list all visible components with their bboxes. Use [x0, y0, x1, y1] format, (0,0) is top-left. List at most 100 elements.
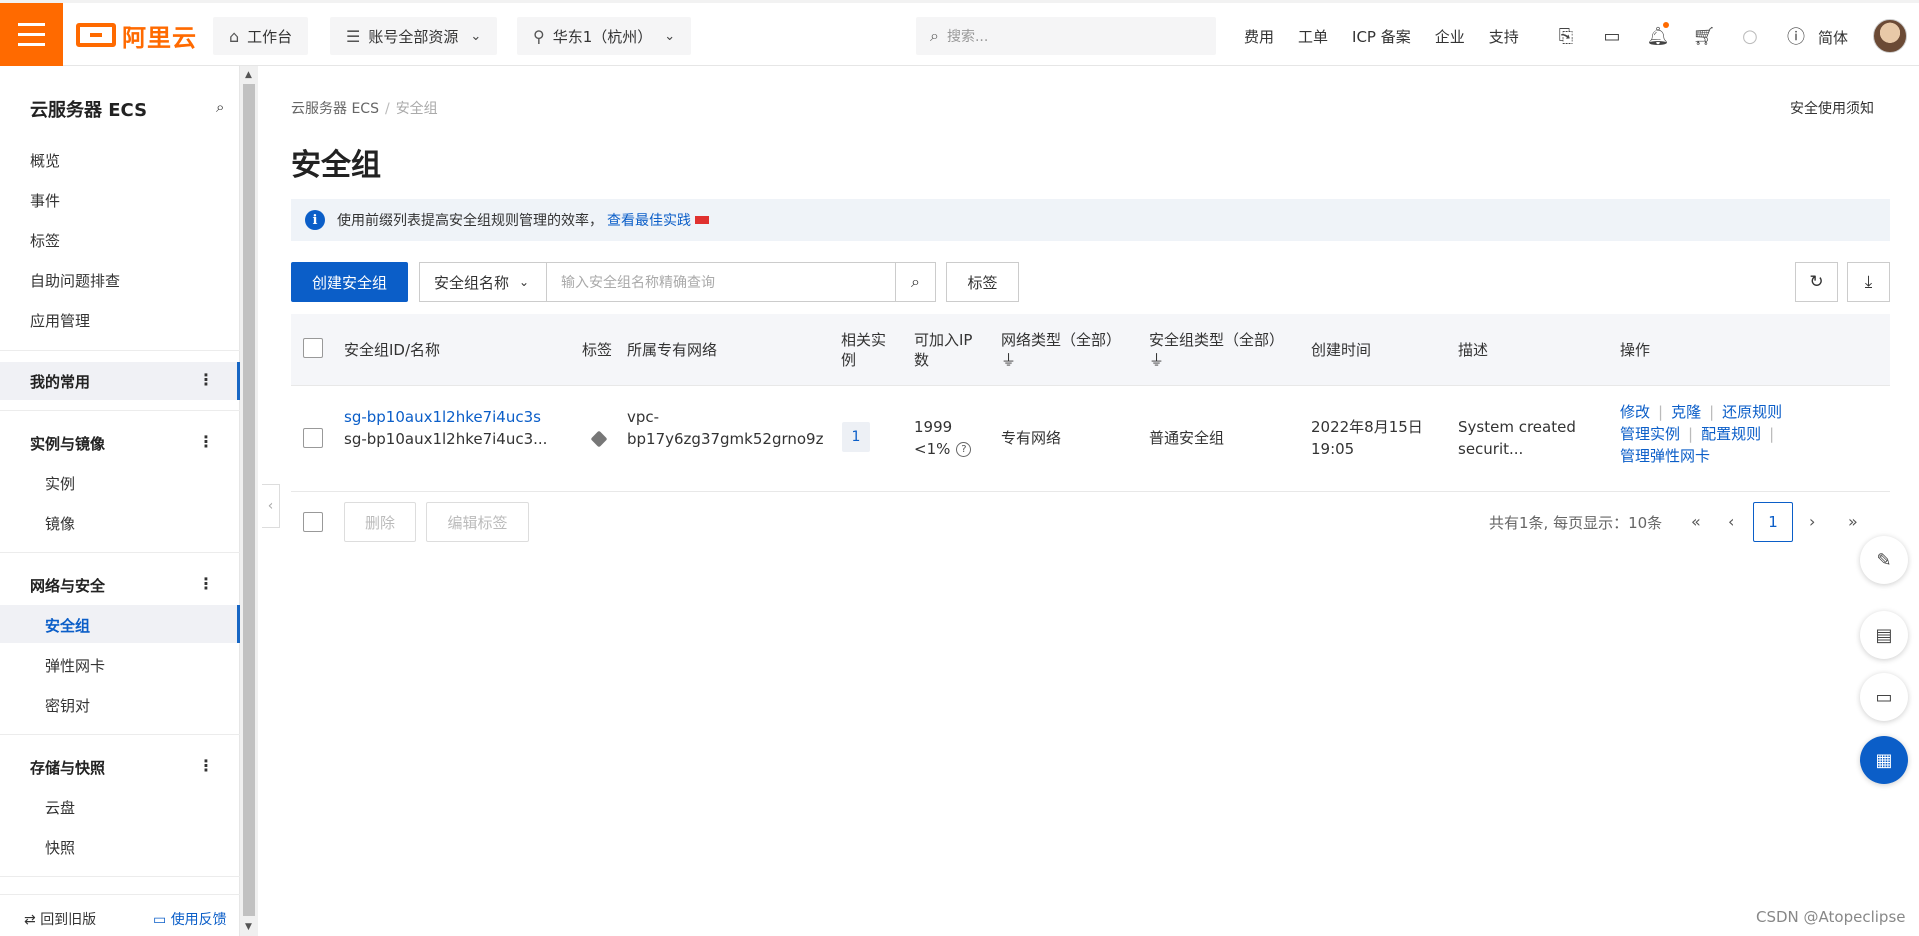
- sidebar-item-troubleshoot[interactable]: 自助问题排查: [30, 270, 120, 291]
- sidebar-item-tags[interactable]: 标签: [30, 230, 60, 251]
- next-page-icon[interactable]: ›: [1809, 512, 1815, 531]
- clone-link[interactable]: 克隆: [1671, 403, 1701, 421]
- col-network-type[interactable]: 网络类型（全部） ⏚: [1001, 330, 1121, 370]
- sidebar-item-instances[interactable]: 实例: [45, 473, 75, 494]
- logo-mark: [76, 23, 116, 47]
- sidebar-item-security-groups[interactable]: 安全组: [45, 615, 90, 636]
- bell-icon[interactable]: 🔔︎: [1635, 21, 1681, 47]
- apps-float-button[interactable]: ▦: [1860, 736, 1908, 784]
- filter-placeholder: 输入安全组名称精确查询: [561, 275, 715, 291]
- link-billing[interactable]: 费用: [1244, 26, 1274, 47]
- last-page-icon[interactable]: »: [1848, 512, 1858, 531]
- scroll-thumb[interactable]: [243, 84, 255, 916]
- divider: [0, 734, 240, 735]
- table-footer: 删除 编辑标签 共有1条, 每页显示：10条 « ‹ 1 › »: [291, 502, 1890, 542]
- config-rules-link[interactable]: 配置规则: [1701, 425, 1761, 443]
- kebab-icon[interactable]: ⋮: [198, 574, 214, 593]
- scroll-up-icon[interactable]: ▲: [245, 70, 252, 80]
- sidebar-collapse-button[interactable]: ‹: [262, 484, 280, 528]
- row-checkbox[interactable]: [303, 428, 323, 448]
- top-links: 费用 工单 ICP 备案 企业 支持: [1244, 3, 1543, 69]
- avatar[interactable]: [1873, 19, 1907, 53]
- restore-rules-link[interactable]: 还原规则: [1722, 403, 1782, 421]
- docs-float-button[interactable]: ▤: [1860, 611, 1908, 659]
- search-icon[interactable]: ⌕: [216, 98, 224, 116]
- col-ip-count: 可加入IP 数: [914, 331, 973, 369]
- workbench-button[interactable]: ⌂ 工作台: [213, 17, 309, 55]
- logo-text: 阿里云: [122, 23, 197, 52]
- modify-link[interactable]: 修改: [1620, 403, 1650, 421]
- kebab-icon[interactable]: ⋮: [198, 432, 214, 451]
- sidebar-item-keypairs[interactable]: 密钥对: [45, 695, 90, 716]
- manage-instances-link[interactable]: 管理实例: [1620, 425, 1680, 443]
- scroll-down-icon[interactable]: ▼: [245, 922, 252, 932]
- region-label: 华东1（杭州）: [552, 27, 653, 46]
- create-security-group-button[interactable]: 创建安全组: [291, 262, 408, 302]
- sidebar-group-instances[interactable]: 实例与镜像: [30, 433, 105, 454]
- page-number[interactable]: 1: [1753, 502, 1793, 542]
- security-group-name: sg-bp10aux1l2hke7i4uc3...: [344, 430, 548, 448]
- sidebar-item-disks[interactable]: 云盘: [45, 797, 75, 818]
- region-selector[interactable]: ⚲ 华东1（杭州） ⌄: [517, 17, 692, 55]
- tag-filter-button[interactable]: 标签: [946, 262, 1019, 302]
- edit-tags-button[interactable]: 编辑标签: [426, 502, 529, 542]
- language-switch[interactable]: 简体: [1818, 27, 1848, 48]
- link-icp[interactable]: ICP 备案: [1352, 26, 1411, 47]
- kebab-icon[interactable]: ⋮: [198, 370, 214, 389]
- link-support[interactable]: 支持: [1489, 26, 1519, 47]
- security-notice-link[interactable]: 安全使用须知: [1790, 98, 1874, 118]
- link-tickets[interactable]: 工单: [1298, 26, 1328, 47]
- sidebar-item-snapshots[interactable]: 快照: [45, 837, 75, 858]
- col-sg-type[interactable]: 安全组类型（全部） ⏚: [1149, 330, 1284, 370]
- prev-page-icon[interactable]: ‹: [1728, 512, 1734, 531]
- terminal-icon[interactable]: ▭: [1589, 26, 1635, 47]
- tip-banner: i 使用前缀列表提高安全组规则管理的效率， 查看最佳实践: [291, 199, 1890, 241]
- link-enterprise[interactable]: 企业: [1435, 26, 1465, 47]
- feedback-link[interactable]: ▭ 使用反馈: [153, 909, 227, 929]
- breadcrumb-root[interactable]: 云服务器 ECS: [291, 101, 379, 117]
- menu-icon[interactable]: [0, 3, 63, 66]
- home-icon: ⌂: [229, 26, 240, 46]
- sidebar-scrollbar[interactable]: ▲ ▼: [240, 66, 258, 936]
- resource-selector[interactable]: ☰ 账号全部资源 ⌄: [330, 17, 498, 55]
- search-button[interactable]: ⌕: [895, 262, 936, 302]
- chat-float-button[interactable]: ▭: [1860, 673, 1908, 721]
- watermark: CSDN @Atopeclipse: [1756, 908, 1906, 926]
- sidebar-group-storage[interactable]: 存储与快照: [30, 757, 105, 778]
- sg-type: 普通安全组: [1149, 429, 1225, 447]
- download-button[interactable]: ⤓: [1847, 262, 1890, 302]
- aliyun-logo[interactable]: 阿里云: [76, 19, 197, 52]
- sidebar-group-network[interactable]: 网络与安全: [30, 575, 105, 596]
- manage-eni-link[interactable]: 管理弹性网卡: [1620, 447, 1710, 465]
- back-to-old-version[interactable]: ⇄ 回到旧版: [24, 909, 96, 929]
- row-operations: 修改 | 克隆 | 还原规则 管理实例 | 配置规则 | 管理弹性网卡: [1620, 403, 1783, 465]
- refresh-button[interactable]: ↻: [1795, 262, 1838, 302]
- security-group-id-link[interactable]: sg-bp10aux1l2hke7i4uc3s: [344, 406, 541, 428]
- best-practice-link[interactable]: 查看最佳实践: [607, 210, 691, 230]
- vpc-id: vpc-bp17y6zg37gmk52grno9z: [627, 408, 824, 448]
- select-all-checkbox[interactable]: [303, 338, 323, 358]
- sidebar-group-favorites[interactable]: 我的常用: [30, 371, 90, 392]
- first-page-icon[interactable]: «: [1691, 512, 1701, 531]
- help-icon[interactable]: ⓘ: [1773, 23, 1819, 49]
- help-icon[interactable]: ?: [956, 442, 972, 457]
- filter-field-select[interactable]: 安全组名称 ⌄: [419, 262, 546, 302]
- lightbulb-icon[interactable]: ○: [1727, 26, 1773, 47]
- global-search-input[interactable]: ⌕ 搜索...: [916, 17, 1216, 55]
- cart-icon[interactable]: 🛒︎: [1681, 26, 1727, 47]
- footer-select-all-checkbox[interactable]: [303, 512, 323, 532]
- sidebar-item-eni[interactable]: 弹性网卡: [45, 655, 105, 676]
- api-icon[interactable]: ⎘: [1543, 26, 1589, 47]
- edit-float-button[interactable]: ✎: [1860, 536, 1908, 584]
- col-operations: 操作: [1620, 341, 1651, 359]
- sidebar-item-events[interactable]: 事件: [30, 190, 60, 211]
- instance-count[interactable]: 1: [842, 422, 870, 452]
- delete-button[interactable]: 删除: [344, 502, 416, 542]
- tag-icon[interactable]: [590, 430, 608, 448]
- kebab-icon[interactable]: ⋮: [198, 756, 214, 775]
- sidebar-item-overview[interactable]: 概览: [30, 150, 60, 171]
- sidebar-item-app-management[interactable]: 应用管理: [30, 310, 90, 331]
- network-type: 专有网络: [1001, 429, 1062, 447]
- sidebar-item-images[interactable]: 镜像: [45, 513, 75, 534]
- filter-search-input[interactable]: 输入安全组名称精确查询: [546, 262, 896, 302]
